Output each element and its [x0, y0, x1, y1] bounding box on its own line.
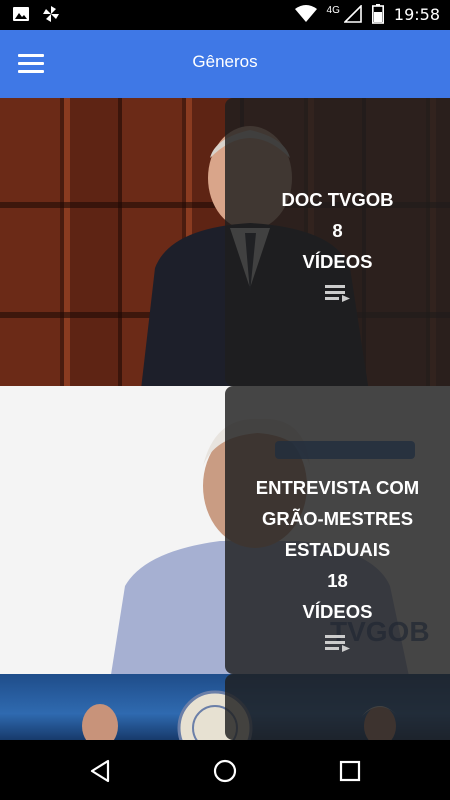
- battery-icon: [371, 4, 384, 24]
- genre-info-panel: ENTREVISTA COM GRÃO-MESTRES ESTADUAIS 18…: [225, 386, 450, 674]
- video-unit: VÍDEOS: [302, 251, 373, 272]
- genre-title: DOC TVGOB: [281, 189, 394, 210]
- network-type: 4G: [326, 4, 340, 16]
- page-title: Gêneros: [192, 52, 258, 71]
- clock: 19:58: [393, 4, 440, 24]
- genre-title-line-3: ESTADUAIS: [284, 539, 391, 560]
- genre-title-line-1: ENTREVISTA COM: [255, 477, 420, 498]
- image-icon: [13, 7, 29, 21]
- genre-info-panel: [225, 674, 450, 740]
- genre-card-entrevista[interactable]: TVGOB ENTREVISTA COM GRÃO-MESTRES ESTADU…: [0, 386, 450, 674]
- video-count: 18: [327, 570, 348, 591]
- genre-title-line-2: GRÃO-MESTRES: [261, 508, 414, 529]
- genre-info-panel: DOC TVGOB 8 VÍDEOS: [225, 98, 450, 386]
- genre-card-doc-tvgob[interactable]: DOC TVGOB 8 VÍDEOS: [0, 98, 450, 386]
- home-icon[interactable]: [210, 756, 240, 786]
- wifi-icon: [294, 5, 317, 22]
- genre-card-3[interactable]: [0, 674, 450, 740]
- genre-list[interactable]: DOC TVGOB 8 VÍDEOS TVGOB: [0, 98, 450, 740]
- navigation-bar: [0, 740, 450, 800]
- video-unit: VÍDEOS: [302, 601, 373, 622]
- pinwheel-icon: [43, 6, 59, 22]
- back-icon[interactable]: [86, 756, 116, 786]
- status-bar: 4G 19:58: [0, 0, 450, 30]
- app-bar: Gêneros: [0, 30, 450, 98]
- video-count: 8: [332, 220, 343, 241]
- playlist-icon: [324, 285, 350, 302]
- recents-icon[interactable]: [335, 756, 365, 786]
- signal-icon: [343, 5, 362, 23]
- playlist-icon: [324, 635, 350, 652]
